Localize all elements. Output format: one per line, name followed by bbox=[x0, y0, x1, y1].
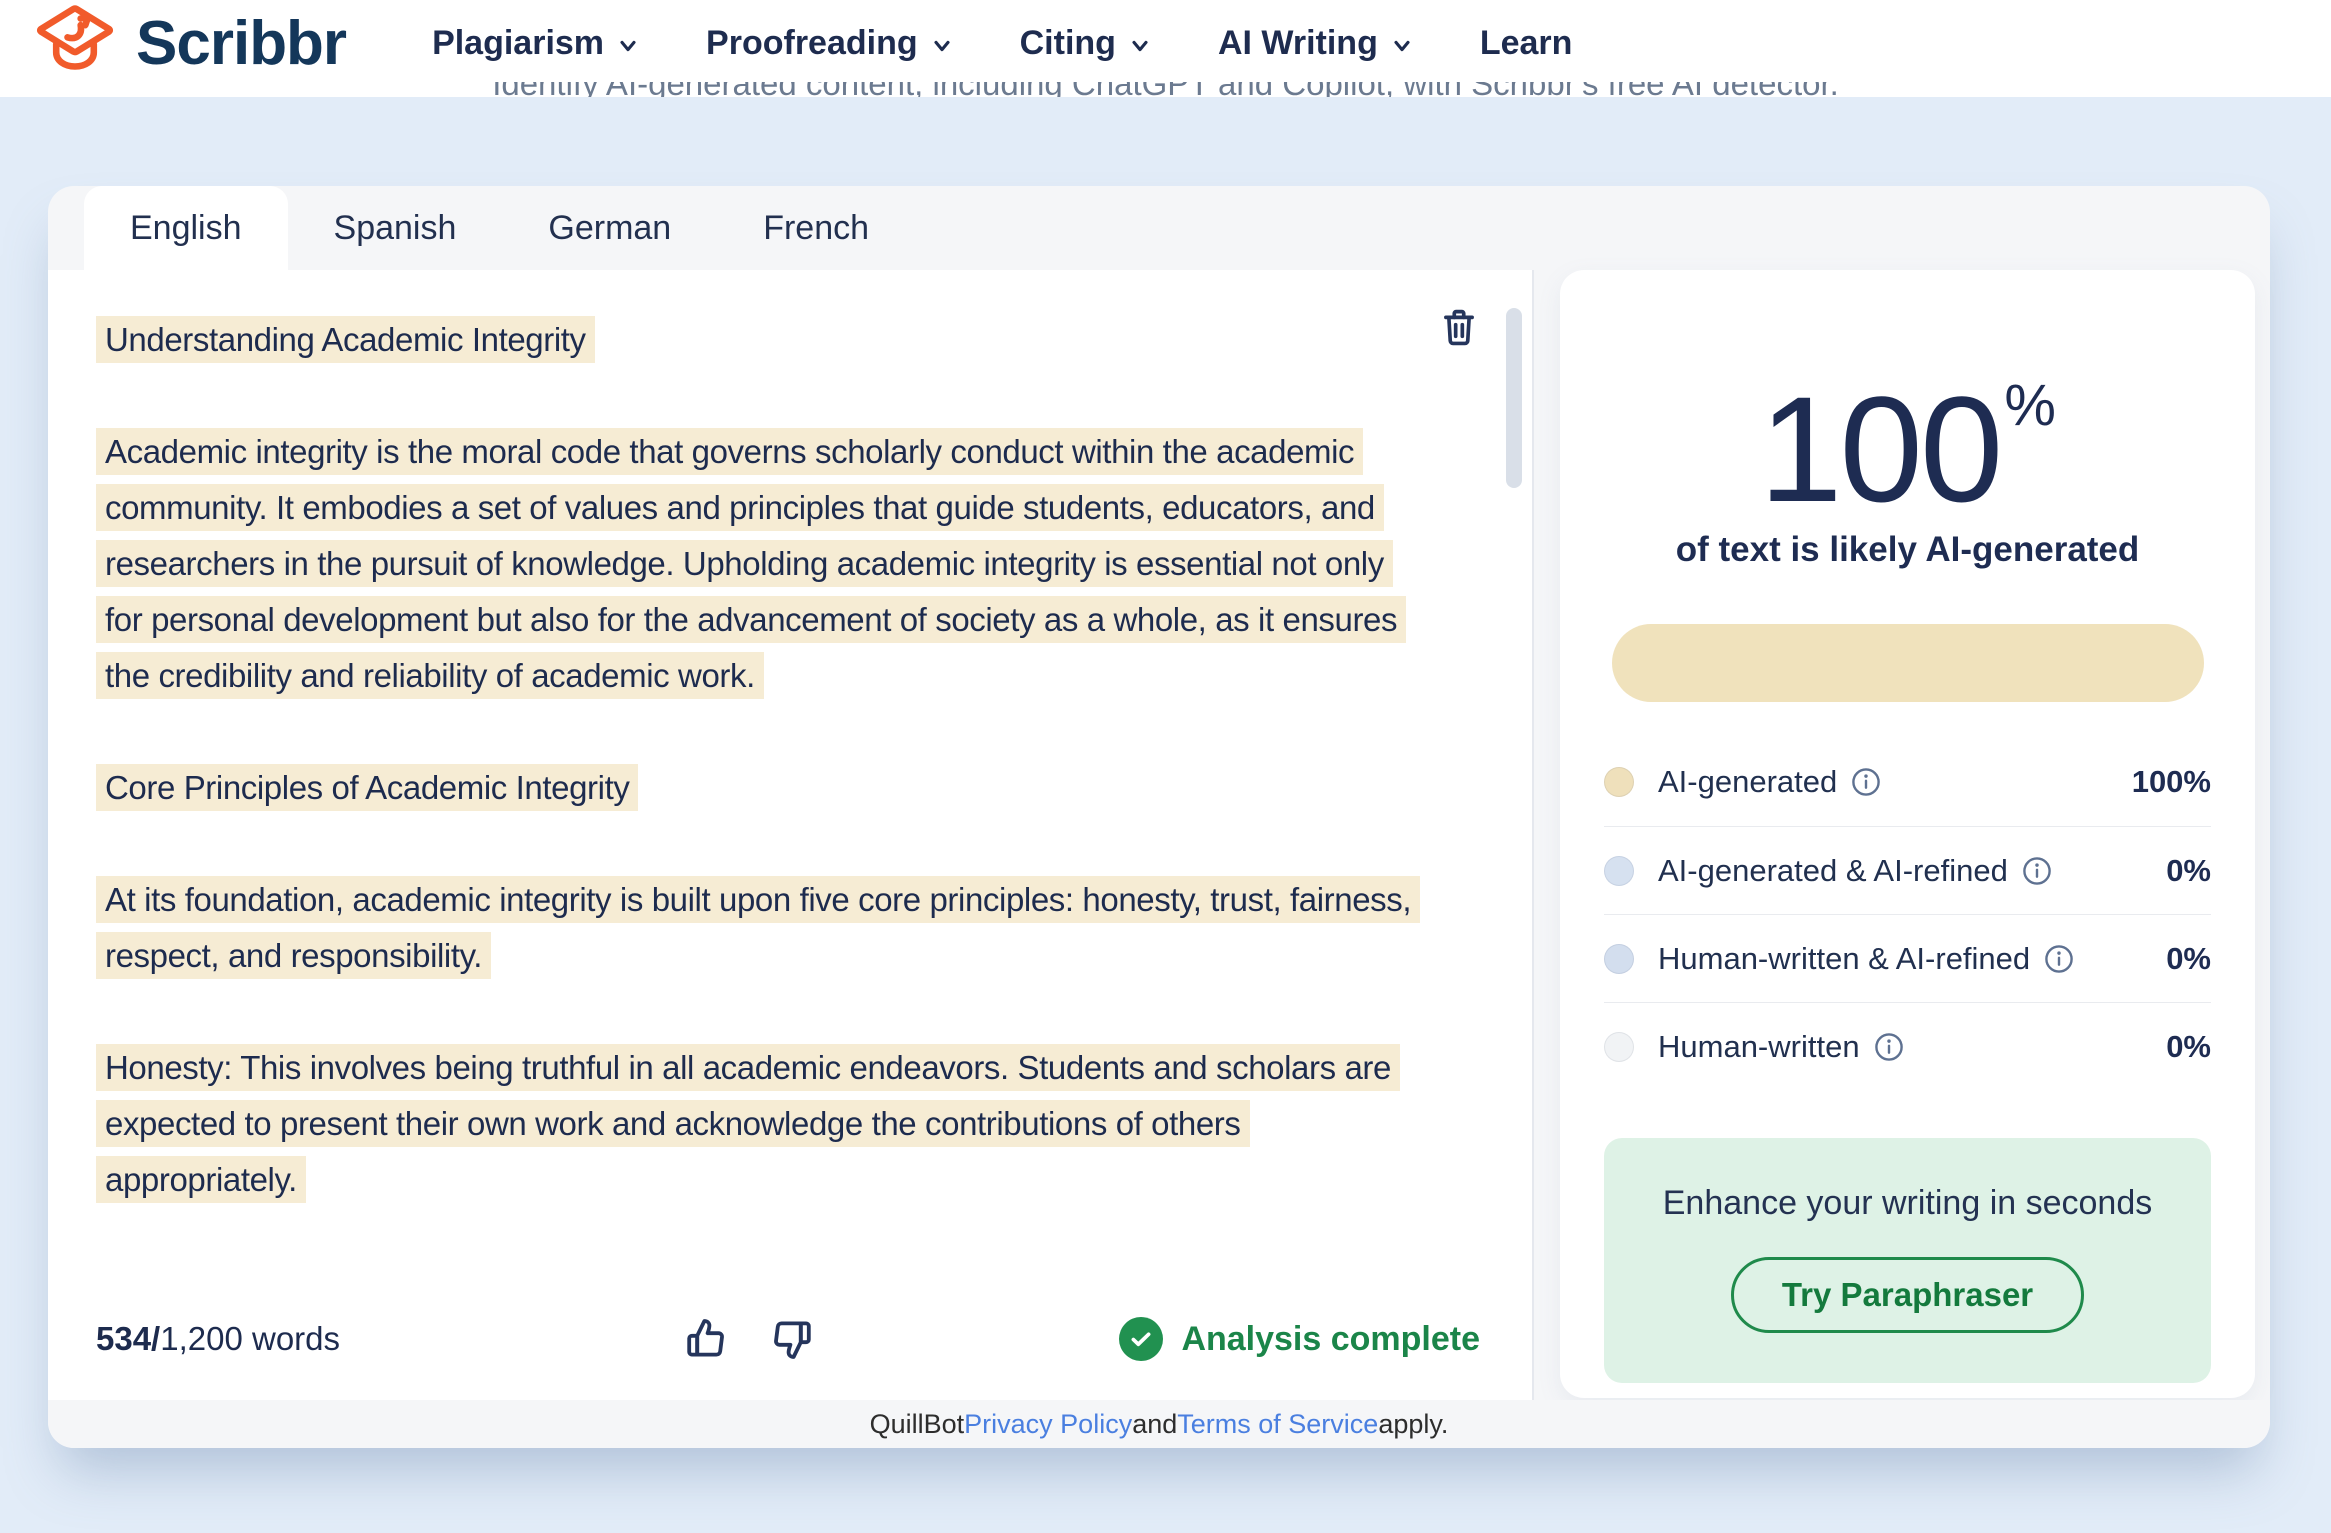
nav-item-learn[interactable]: Learn bbox=[1480, 24, 1573, 63]
tab-french[interactable]: French bbox=[717, 186, 915, 270]
ai-score-unit: % bbox=[2004, 373, 2056, 438]
text-block: Academic integrity is the moral code tha… bbox=[96, 424, 1412, 704]
legend-row-human-written-ai-refined: Human-written & AI-refined 0% bbox=[1604, 914, 2211, 1002]
legend-swatch bbox=[1604, 944, 1634, 974]
text-block: Core Principles of Academic Integrity bbox=[96, 760, 1412, 816]
results-area: 100% of text is likely AI-generated AI-g… bbox=[1534, 270, 2270, 1400]
legend-swatch bbox=[1604, 1032, 1634, 1062]
nav-item-plagiarism[interactable]: Plagiarism bbox=[432, 24, 640, 63]
page-subtitle-clipped: Identify AI-generated content, including… bbox=[0, 82, 2331, 97]
scribbr-logo[interactable]: Scribbr bbox=[28, 2, 346, 84]
text-block: Honesty: This involves being truthful in… bbox=[96, 1040, 1412, 1208]
chevron-down-icon bbox=[616, 34, 640, 58]
nav-item-proofreading[interactable]: Proofreading bbox=[706, 24, 954, 63]
check-icon bbox=[1119, 1317, 1163, 1361]
text-editor[interactable]: Understanding Academic Integrity Academi… bbox=[48, 270, 1532, 1400]
ai-detector-card: English Spanish German French Understand… bbox=[48, 186, 2270, 1448]
thumbs-up-icon bbox=[682, 1315, 730, 1363]
delete-text-button[interactable] bbox=[1438, 304, 1480, 350]
legend-swatch bbox=[1604, 856, 1634, 886]
privacy-policy-link[interactable]: Privacy Policy bbox=[964, 1409, 1132, 1440]
results-legend: AI-generated 100% AI-generated & AI-refi… bbox=[1604, 738, 2211, 1090]
word-count: 534/1,200 words bbox=[96, 1320, 340, 1358]
top-nav: Scribbr Plagiarism Proofreading Citing A… bbox=[0, 0, 2331, 97]
legend-swatch bbox=[1604, 767, 1634, 797]
editor-bottom-bar: 534/1,200 words bbox=[96, 1304, 1480, 1374]
chevron-down-icon bbox=[930, 34, 954, 58]
legend-row-ai-generated-ai-refined: AI-generated & AI-refined 0% bbox=[1604, 826, 2211, 914]
legend-row-human-written: Human-written 0% bbox=[1604, 1002, 2211, 1090]
language-tabs: English Spanish German French bbox=[48, 186, 2270, 270]
card-content: Understanding Academic Integrity Academi… bbox=[48, 270, 2270, 1400]
thumbs-down-button[interactable] bbox=[768, 1315, 816, 1363]
info-icon[interactable] bbox=[1874, 1032, 1904, 1062]
nav-links: Plagiarism Proofreading Citing AI Writin… bbox=[432, 24, 1572, 63]
chevron-down-icon bbox=[1390, 34, 1414, 58]
thumbs-down-icon bbox=[768, 1315, 816, 1363]
ai-score-bar bbox=[1612, 624, 2204, 702]
tab-german[interactable]: German bbox=[502, 186, 717, 270]
graduation-cap-icon bbox=[28, 2, 122, 84]
try-paraphraser-button[interactable]: Try Paraphraser bbox=[1731, 1257, 2084, 1333]
info-icon[interactable] bbox=[2022, 856, 2052, 886]
ai-score-caption: of text is likely AI-generated bbox=[1604, 530, 2211, 570]
terms-of-service-link[interactable]: Terms of Service bbox=[1177, 1409, 1378, 1440]
tab-spanish[interactable]: Spanish bbox=[288, 186, 503, 270]
tab-english[interactable]: English bbox=[84, 186, 288, 270]
text-block: At its foundation, academic integrity is… bbox=[96, 872, 1412, 984]
editor-scrollbar-thumb[interactable] bbox=[1506, 308, 1522, 488]
text-block: Understanding Academic Integrity bbox=[96, 312, 1412, 368]
nav-item-citing[interactable]: Citing bbox=[1020, 24, 1152, 63]
legend-row-ai-generated: AI-generated 100% bbox=[1604, 738, 2211, 826]
paraphraser-promo: Enhance your writing in seconds Try Para… bbox=[1604, 1138, 2211, 1383]
trash-icon bbox=[1438, 304, 1480, 350]
thumbs-up-button[interactable] bbox=[682, 1315, 730, 1363]
brand-name: Scribbr bbox=[136, 8, 346, 79]
results-card: 100% of text is likely AI-generated AI-g… bbox=[1560, 270, 2255, 1398]
ai-score: 100% bbox=[1604, 374, 2211, 524]
promo-title: Enhance your writing in seconds bbox=[1624, 1184, 2191, 1223]
nav-item-ai-writing[interactable]: AI Writing bbox=[1218, 24, 1414, 63]
legal-notice: QuillBot Privacy Policy and Terms of Ser… bbox=[48, 1400, 2270, 1448]
analysis-status: Analysis complete bbox=[1119, 1317, 1480, 1361]
analysis-status-label: Analysis complete bbox=[1181, 1320, 1480, 1359]
info-icon[interactable] bbox=[1851, 767, 1881, 797]
feedback-buttons bbox=[682, 1315, 816, 1363]
info-icon[interactable] bbox=[2044, 944, 2074, 974]
chevron-down-icon bbox=[1128, 34, 1152, 58]
ai-score-value: 100 bbox=[1759, 365, 2000, 533]
